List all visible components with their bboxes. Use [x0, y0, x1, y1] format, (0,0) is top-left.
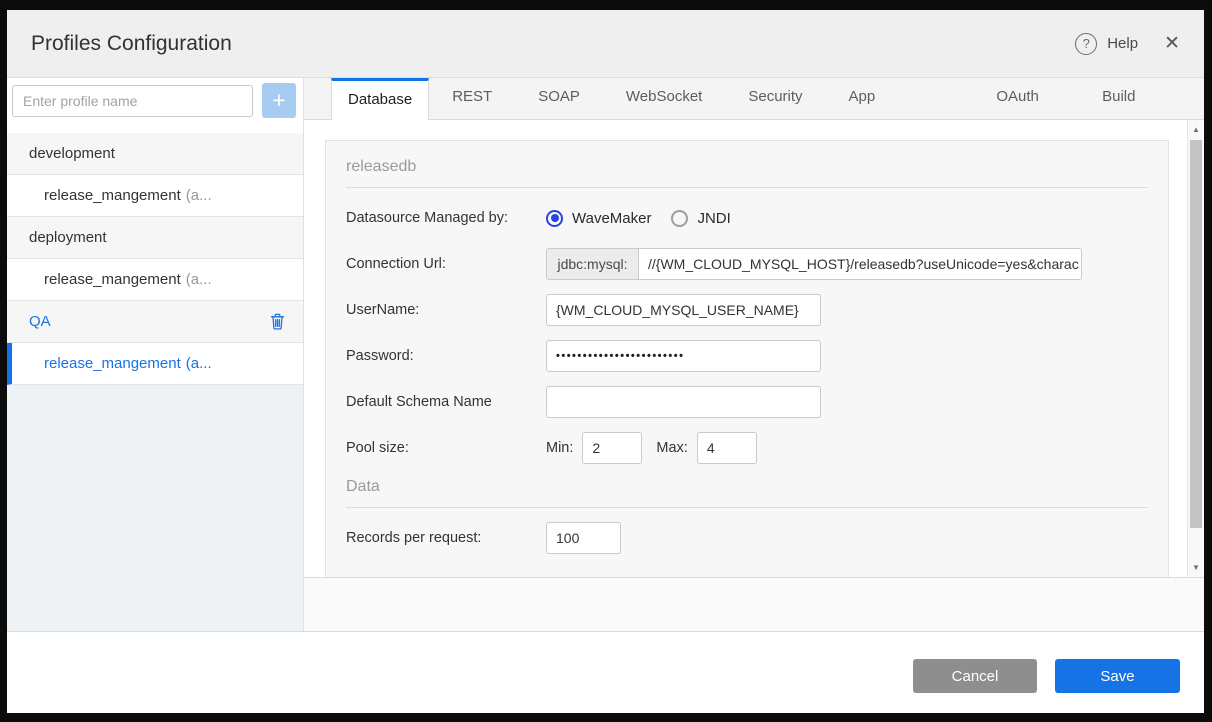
radio-option-jndi[interactable]: JNDI [671, 209, 731, 227]
data-section-title: Data [346, 478, 380, 495]
row-label: release_mangement [44, 355, 181, 372]
pool-min-input[interactable] [582, 432, 643, 464]
password-row: Password: [346, 340, 1148, 372]
profile-search-area: + [7, 78, 303, 133]
dialog-footer: Cancel Save [7, 631, 1204, 713]
profiles-configuration-dialog: Profiles Configuration ? Help ✕ + develo… [7, 10, 1204, 713]
profile-service-item[interactable]: release_mangement (a... [7, 175, 303, 217]
pool-size-row: Pool size: Min: Max: [346, 432, 1148, 464]
datasource-radio-group: WaveMaker JNDI [546, 209, 731, 227]
jdbc-prefix: jdbc:mysql: [546, 248, 638, 280]
row-label-suffix: (a... [185, 355, 212, 372]
tab-build-options[interactable]: Build Options [1079, 77, 1204, 145]
cancel-button[interactable]: Cancel [913, 659, 1037, 693]
db-section-title: releasedb [346, 158, 417, 175]
scroll-down-icon[interactable]: ▼ [1188, 563, 1204, 572]
pool-min-label: Min: [546, 440, 574, 456]
section-divider [346, 507, 1148, 508]
close-icon[interactable]: ✕ [1164, 34, 1180, 53]
scroll-up-icon[interactable]: ▲ [1188, 125, 1204, 134]
schema-input[interactable] [546, 386, 821, 418]
username-row: UserName: [346, 294, 1148, 326]
row-label: release_mangement [44, 187, 181, 204]
trash-icon[interactable] [270, 313, 285, 330]
pool-size-label: Pool size: [346, 440, 409, 456]
tab-content-viewport: releasedb Datasource Managed by: WaveMak… [304, 120, 1187, 577]
profile-service-item[interactable]: release_mangement (a... [7, 259, 303, 301]
save-button[interactable]: Save [1055, 659, 1180, 693]
tab-soap[interactable]: SOAP [515, 77, 603, 119]
pool-max-input[interactable] [696, 432, 757, 464]
scrollbar-thumb[interactable] [1190, 140, 1202, 528]
row-label: development [29, 145, 115, 162]
records-input[interactable] [546, 522, 621, 554]
password-label: Password: [346, 348, 414, 364]
row-label-suffix: (a... [185, 187, 212, 204]
radio-label: JNDI [697, 209, 731, 227]
tab-app-environment[interactable]: App Environment [826, 77, 974, 145]
vertical-scrollbar[interactable]: ▲ ▼ [1187, 120, 1203, 577]
records-row: Records per request: [346, 522, 1148, 554]
radio-option-wavemaker[interactable]: WaveMaker [546, 209, 652, 227]
radio-icon[interactable] [546, 209, 563, 227]
datasource-row: Datasource Managed by: WaveMaker JNDI [346, 202, 1148, 234]
connection-url-input[interactable] [638, 248, 1082, 280]
radio-icon[interactable] [671, 209, 689, 227]
profiles-list: development release_mangement (a... deploym… [7, 133, 303, 385]
row-label: deployment [29, 229, 107, 246]
dialog-header: Profiles Configuration ? Help ✕ [7, 10, 1204, 78]
profile-service-item[interactable]: release_mangement (a... [7, 343, 303, 385]
dialog-title: Profiles Configuration [31, 31, 232, 55]
connection-url-row: Connection Url: jdbc:mysql: [346, 248, 1148, 280]
tab-rest[interactable]: REST [429, 77, 515, 119]
username-input[interactable] [546, 294, 821, 326]
profile-group-development[interactable]: development [7, 133, 303, 175]
section-divider [346, 187, 1148, 188]
pool-max-label: Max: [656, 440, 688, 456]
profile-group-qa[interactable]: QA [7, 301, 303, 343]
password-input[interactable] [546, 340, 821, 372]
database-config-card: releasedb Datasource Managed by: WaveMak… [325, 140, 1169, 577]
tab-oauth-2-0[interactable]: OAuth 2.0 [973, 77, 1079, 145]
config-tabbar: DatabaseRESTSOAPWebSocketSecurityApp Env… [304, 77, 1204, 145]
profile-group-deployment[interactable]: deployment [7, 217, 303, 259]
profiles-sidebar: + developmentrelease_mangement(a...deplo… [7, 78, 304, 631]
tab-security[interactable]: Security [725, 77, 825, 119]
schema-label: Default Schema Name [346, 394, 492, 410]
username-label: UserName: [346, 302, 420, 318]
records-label: Records per request: [346, 530, 482, 546]
profile-name-input[interactable] [12, 85, 253, 117]
row-label: release_mangement [44, 271, 181, 288]
tab-database[interactable]: Database [331, 78, 430, 120]
help-icon[interactable]: ? [1075, 32, 1098, 55]
add-profile-button[interactable]: + [262, 83, 296, 118]
radio-label: WaveMaker [572, 209, 652, 227]
content-footer-band [304, 577, 1204, 631]
connection-url-label: Connection Url: [346, 256, 446, 272]
help-label[interactable]: Help [1107, 35, 1138, 52]
row-label-suffix: (a... [185, 271, 212, 288]
schema-row: Default Schema Name [346, 386, 1148, 418]
row-label: QA [29, 313, 51, 330]
tab-websocket[interactable]: WebSocket [603, 77, 725, 119]
datasource-label: Datasource Managed by: [346, 210, 509, 226]
